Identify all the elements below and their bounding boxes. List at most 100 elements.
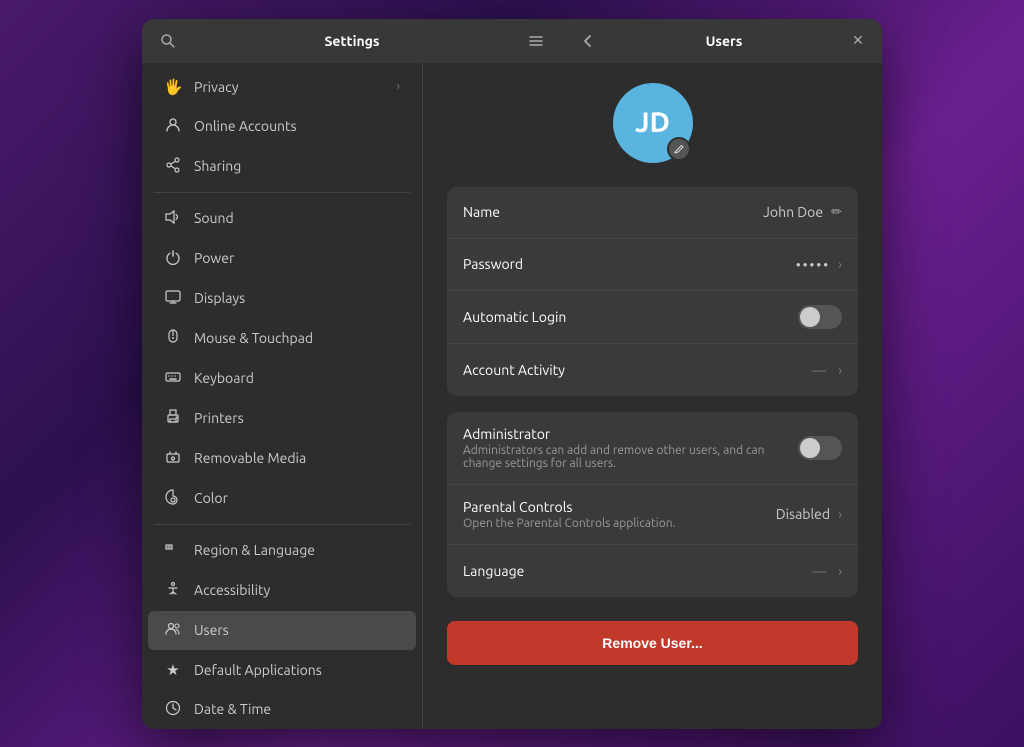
displays-icon xyxy=(164,289,182,308)
administrator-sub: Administrators can add and remove other … xyxy=(463,444,798,470)
removable-media-icon xyxy=(164,449,182,468)
color-icon xyxy=(164,489,182,508)
sidebar-item-label: Accessibility xyxy=(194,582,270,598)
dash-icon: — xyxy=(812,362,826,378)
search-icon[interactable] xyxy=(154,27,182,55)
sidebar-item-date-time[interactable]: Date & Time xyxy=(148,690,416,729)
sidebar-item-accessibility[interactable]: Accessibility xyxy=(148,571,416,610)
mouse-icon xyxy=(164,329,182,348)
sharing-icon xyxy=(164,157,182,176)
automatic-login-toggle[interactable] xyxy=(798,305,842,329)
password-chevron-icon: › xyxy=(838,256,842,272)
privacy-icon: 🖐 xyxy=(164,78,182,96)
toggle-knob xyxy=(800,307,820,327)
language-dash-icon: — xyxy=(812,563,826,579)
sidebar-item-label: Printers xyxy=(194,410,244,426)
sidebar-item-label: Users xyxy=(194,622,229,638)
settings-group-permissions: Administrator Administrators can add and… xyxy=(447,412,858,597)
language-row[interactable]: Language — › xyxy=(447,545,858,597)
divider xyxy=(154,192,410,193)
titlebar-right: Users ✕ xyxy=(562,27,882,55)
sound-icon xyxy=(164,209,182,228)
name-row: Name John Doe ✏ xyxy=(447,187,858,239)
panel-title: Users xyxy=(602,33,846,49)
language-label: Language xyxy=(463,563,812,579)
sidebar-item-default-applications[interactable]: ★ Default Applications xyxy=(148,651,416,689)
language-chevron-icon: › xyxy=(838,563,842,579)
printers-icon xyxy=(164,409,182,428)
sidebar-item-displays[interactable]: Displays xyxy=(148,279,416,318)
parental-controls-status: Disabled xyxy=(776,506,830,522)
parental-controls-info: Parental Controls Open the Parental Cont… xyxy=(463,499,776,530)
sidebar-item-label: Keyboard xyxy=(194,370,254,386)
toggle-knob xyxy=(800,438,820,458)
main-panel: JD Name John Doe ✏ xyxy=(422,63,882,729)
administrator-label: Administrator xyxy=(463,426,798,442)
password-row[interactable]: Password ●●●●● › xyxy=(447,239,858,291)
avatar-section: JD xyxy=(447,83,858,163)
settings-group-account: Name John Doe ✏ Password ●●●●● › Automat… xyxy=(447,187,858,396)
back-button[interactable] xyxy=(574,27,602,55)
automatic-login-label: Automatic Login xyxy=(463,309,798,325)
sidebar-item-sound[interactable]: Sound xyxy=(148,199,416,238)
name-value: John Doe ✏ xyxy=(763,204,842,220)
sidebar-item-label: Sound xyxy=(194,210,234,226)
sidebar-item-color[interactable]: Color xyxy=(148,479,416,518)
sidebar-item-label: Online Accounts xyxy=(194,118,297,134)
account-activity-value: — › xyxy=(812,362,842,378)
parental-controls-chevron-icon: › xyxy=(838,506,842,522)
default-apps-icon: ★ xyxy=(164,661,182,679)
name-text: John Doe xyxy=(763,204,823,220)
password-value: ●●●●● › xyxy=(796,256,842,272)
accessibility-icon xyxy=(164,581,182,600)
avatar-edit-button[interactable] xyxy=(667,137,691,161)
name-edit-icon[interactable]: ✏ xyxy=(831,205,842,220)
sidebar-item-label: Region & Language xyxy=(194,542,315,558)
account-activity-label: Account Activity xyxy=(463,362,812,378)
titlebar: Settings Users ✕ xyxy=(142,19,882,63)
divider xyxy=(154,524,410,525)
sidebar-item-label: Power xyxy=(194,250,234,266)
administrator-row: Administrator Administrators can add and… xyxy=(447,412,858,485)
sidebar-item-label: Default Applications xyxy=(194,662,322,678)
sidebar-item-removable-media[interactable]: Removable Media xyxy=(148,439,416,478)
settings-window: Settings Users ✕ 🖐 P xyxy=(142,19,882,729)
administrator-info: Administrator Administrators can add and… xyxy=(463,426,798,470)
date-time-icon xyxy=(164,700,182,719)
parental-controls-row[interactable]: Parental Controls Open the Parental Cont… xyxy=(447,485,858,545)
sidebar-item-label: Displays xyxy=(194,290,245,306)
password-label: Password xyxy=(463,256,796,272)
titlebar-left: Settings xyxy=(142,27,562,55)
menu-icon[interactable] xyxy=(522,27,550,55)
chevron-right-icon: › xyxy=(397,80,400,93)
administrator-toggle[interactable] xyxy=(798,436,842,460)
sidebar-item-online-accounts[interactable]: Online Accounts xyxy=(148,107,416,146)
close-button[interactable]: ✕ xyxy=(846,29,870,53)
region-icon xyxy=(164,541,182,560)
settings-title: Settings xyxy=(190,33,514,49)
account-activity-row[interactable]: Account Activity — › xyxy=(447,344,858,396)
sidebar-item-label: Privacy xyxy=(194,79,238,95)
parental-controls-value: Disabled › xyxy=(776,506,842,522)
keyboard-icon xyxy=(164,369,182,388)
sidebar-item-printers[interactable]: Printers xyxy=(148,399,416,438)
sidebar-item-sharing[interactable]: Sharing xyxy=(148,147,416,186)
remove-user-button[interactable]: Remove User... xyxy=(447,621,858,665)
avatar-initials: JD xyxy=(635,107,670,138)
sidebar-item-users[interactable]: Users xyxy=(148,611,416,650)
sidebar-item-power[interactable]: Power xyxy=(148,239,416,278)
sidebar-item-privacy[interactable]: 🖐 Privacy › xyxy=(148,68,416,106)
sidebar-item-label: Removable Media xyxy=(194,450,306,466)
automatic-login-row: Automatic Login xyxy=(447,291,858,344)
power-icon xyxy=(164,249,182,268)
language-value: — › xyxy=(812,563,842,579)
sidebar-item-keyboard[interactable]: Keyboard xyxy=(148,359,416,398)
users-icon xyxy=(164,621,182,640)
account-activity-chevron-icon: › xyxy=(838,362,842,378)
password-dots: ●●●●● xyxy=(796,260,830,269)
name-label: Name xyxy=(463,204,763,220)
sidebar-item-region-language[interactable]: Region & Language xyxy=(148,531,416,570)
sidebar-item-mouse-touchpad[interactable]: Mouse & Touchpad xyxy=(148,319,416,358)
parental-controls-label: Parental Controls xyxy=(463,499,776,515)
sidebar-item-label: Color xyxy=(194,490,228,506)
